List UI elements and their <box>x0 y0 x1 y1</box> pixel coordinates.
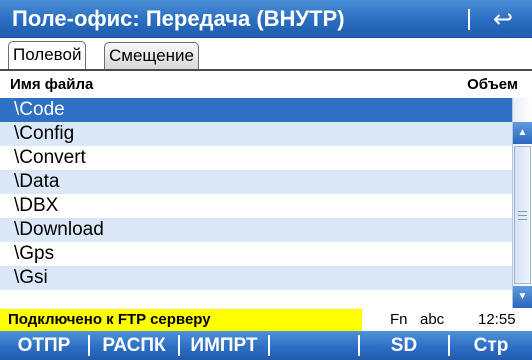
tab-strip: Полевой Смещение <box>0 38 532 74</box>
column-header-size[interactable]: Объем <box>467 76 518 93</box>
title-bar: Поле-офис: Передача (ВНУТР) ↩ <box>0 0 532 38</box>
thumb-grip-line <box>518 211 527 212</box>
file-row[interactable]: \Gps <box>0 242 512 266</box>
status-message: Подключено к FTP серверу <box>0 309 362 331</box>
clock: 12:55 <box>478 311 516 328</box>
file-row[interactable]: \DBX <box>0 194 512 218</box>
column-header-file-name[interactable]: Имя файла <box>10 76 93 93</box>
softkey-send[interactable]: ОТПР <box>0 331 88 360</box>
file-list[interactable]: \Code \Config \Convert \Data \DBX \Downl… <box>0 98 512 308</box>
window-title: Поле-офис: Передача (ВНУТР) <box>12 6 345 31</box>
scrollbar-thumb[interactable] <box>514 146 531 284</box>
input-mode-indicator: abc <box>420 311 445 328</box>
back-icon[interactable]: ↩ <box>478 2 528 36</box>
scroll-down-icon[interactable]: ▼ <box>513 286 532 308</box>
file-list-header: Имя файла Объем <box>0 74 532 96</box>
softkey-page[interactable]: Стр <box>450 331 532 360</box>
file-row[interactable]: \Gsi <box>0 266 512 290</box>
tab-polevoy[interactable]: Полевой <box>8 41 87 69</box>
file-row[interactable]: \Code <box>0 98 512 122</box>
file-row[interactable]: \Download <box>0 218 512 242</box>
file-row[interactable]: \Config <box>0 122 512 146</box>
scrollbar[interactable]: ▲ ▼ <box>512 98 532 308</box>
tab-divider <box>0 69 532 71</box>
title-separator <box>468 9 470 30</box>
softkey-empty[interactable] <box>270 331 358 360</box>
softkey-bar: ОТПР РАСПК ИМПРТ SD Стр <box>0 331 532 360</box>
softkey-unpack[interactable]: РАСПК <box>90 331 178 360</box>
status-bar: Подключено к FTP серверу Fn abc 12:55 <box>0 309 532 331</box>
softkey-import[interactable]: ИМПРТ <box>180 331 268 360</box>
softkey-sd[interactable]: SD <box>360 331 448 360</box>
thumb-grip-line <box>518 219 527 220</box>
file-row[interactable]: \Convert <box>0 146 512 170</box>
fn-indicator: Fn <box>390 311 408 328</box>
tab-smeshchenie[interactable]: Смещение <box>104 42 200 69</box>
file-row[interactable]: \Data <box>0 170 512 194</box>
scroll-up-icon[interactable]: ▲ <box>513 122 532 144</box>
thumb-grip-line <box>518 215 527 216</box>
